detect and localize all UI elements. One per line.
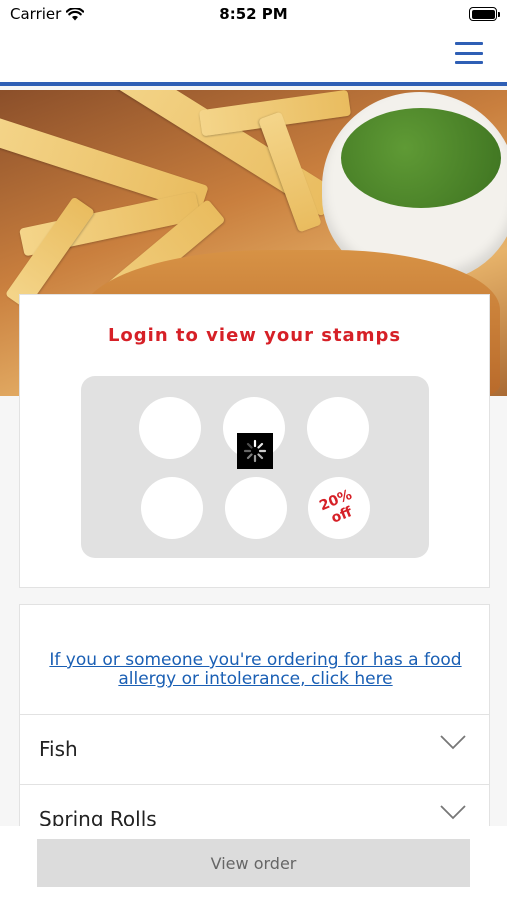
menu-category-fish[interactable]: Fish [20, 714, 489, 784]
stamp-login-prompt[interactable]: Login to view your stamps [20, 325, 489, 346]
chevron-down-icon [440, 805, 466, 820]
footer-bar: View order [0, 826, 507, 900]
stamp-reward-slot: 20% off [308, 477, 370, 539]
chevron-down-icon [440, 735, 466, 750]
stamp-slot [225, 477, 287, 539]
loading-spinner-icon [237, 433, 273, 469]
view-order-button[interactable]: View order [37, 839, 470, 887]
category-label: Fish [39, 737, 78, 761]
stamp-card: Login to view your stamps 20% off [19, 294, 490, 588]
status-bar: Carrier 8:52 PM [0, 0, 507, 30]
stamp-slot [139, 397, 201, 459]
stamp-slot [307, 397, 369, 459]
discount-badge: 20% off [317, 487, 360, 529]
app-header [0, 30, 507, 86]
stamp-slot [141, 477, 203, 539]
battery-icon [469, 7, 500, 21]
mushy-peas [341, 108, 501, 208]
status-time: 8:52 PM [219, 5, 288, 23]
allergy-info-link[interactable]: If you or someone you're ordering for ha… [40, 651, 471, 689]
stamp-board: 20% off [81, 376, 429, 558]
hamburger-menu-icon[interactable] [455, 40, 483, 66]
